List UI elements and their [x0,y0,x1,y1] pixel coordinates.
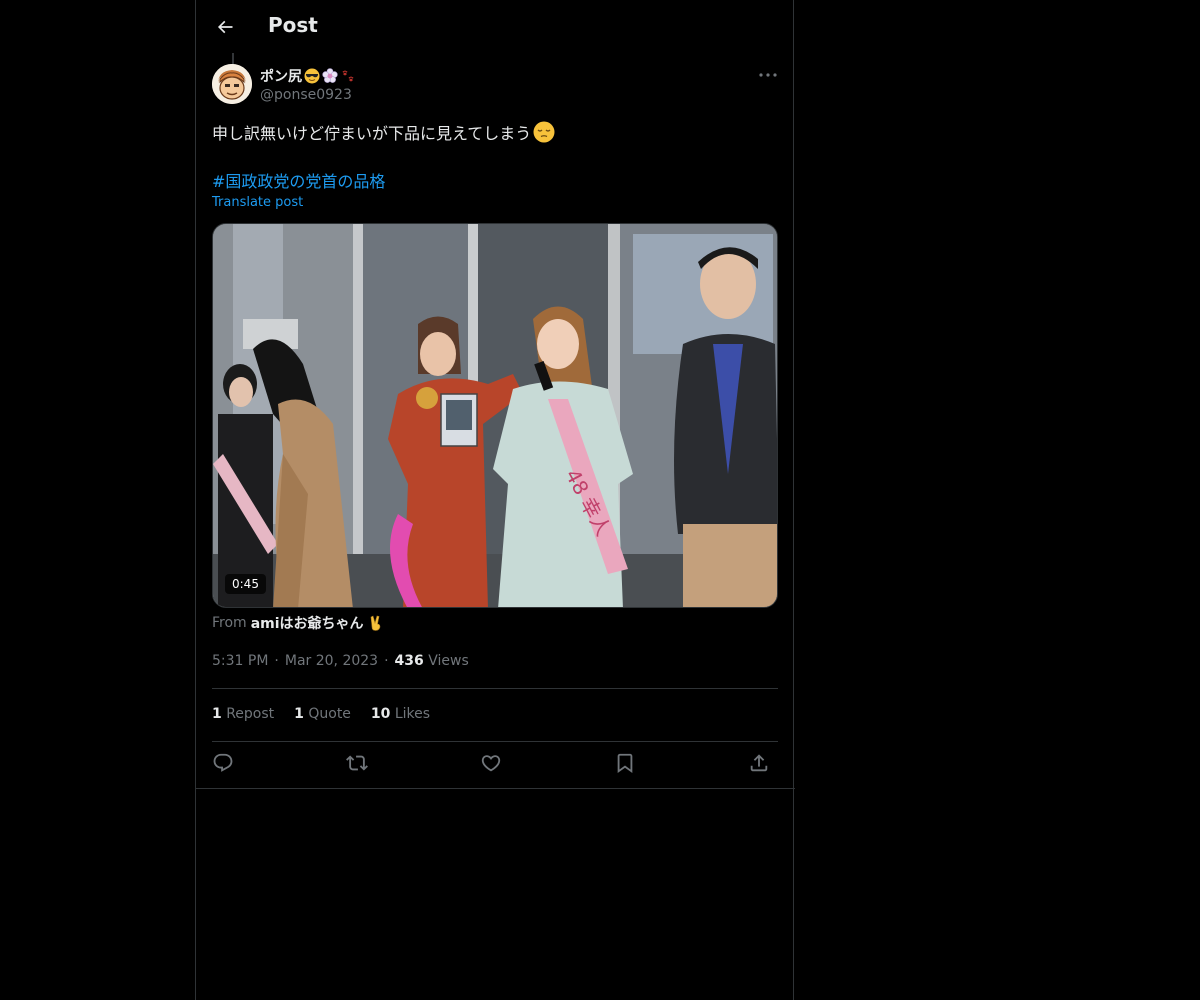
primary-column: Post ポン尻 @ponse0923 申し訳無いけど佇まいが下品に見えてしまう… [195,0,795,1000]
back-button[interactable] [208,10,242,44]
author-display-name[interactable]: ポン尻 [260,66,302,86]
source-account-name[interactable]: amiはお爺ちゃん [251,613,364,633]
likes-count: 10 [370,706,391,722]
video-player[interactable]: 48 幸人 0:45 [212,223,778,608]
reposts-stat[interactable]: 1 Repost [212,706,274,722]
video-thumbnail: 48 幸人 [213,224,777,607]
bookmark-button[interactable] [614,752,640,778]
post-time[interactable]: 5:31 PM [212,653,268,669]
from-label: From [212,615,247,631]
bookmark-icon [617,753,633,774]
views-label: Views [428,653,469,669]
more-icon [759,73,777,77]
page-title: Post [268,13,318,37]
reply-icon [213,753,233,772]
post-bottom-border [196,788,795,789]
video-duration: 0:45 [225,574,266,594]
author-handle[interactable]: @ponse0923 [260,87,352,103]
meta-separator: · [274,653,279,669]
reposts-count: 1 [212,706,222,722]
divider [212,688,778,689]
hashtag-link[interactable]: #国政政党の党首の品格 [212,168,385,192]
likes-stat[interactable]: 10 Likes [371,706,430,722]
reply-button[interactable] [212,752,238,778]
quotes-label: Quote [308,706,351,722]
author-name-row[interactable]: ポン尻 [260,66,356,86]
post-header: Post [196,0,795,53]
avatar[interactable] [212,64,252,104]
engagement-stats: 1 Repost 1 Quote 10 Likes [212,706,430,722]
share-button[interactable] [748,752,774,778]
quotes-count: 1 [294,706,304,722]
repost-icon [346,755,368,771]
video-source: From amiはお爺ちゃん [212,613,384,633]
post-date[interactable]: Mar 20, 2023 [285,653,378,669]
paw-prints-emoji-icon [342,70,354,82]
sunglasses-emoji-icon [304,68,320,84]
quotes-stat[interactable]: 1 Quote [294,706,351,722]
back-arrow-icon [217,20,233,34]
like-button[interactable] [480,752,506,778]
likes-label: Likes [394,706,431,722]
flower-emoji-icon [322,68,338,83]
pensive-face-emoji-icon [533,121,555,143]
action-bar [212,752,778,778]
share-icon [750,754,768,772]
views-count: 436 [394,653,424,669]
translate-post-link[interactable]: Translate post [212,195,303,210]
divider [212,741,778,742]
like-icon [481,755,501,772]
meta-separator: · [384,653,389,669]
more-options-button[interactable] [756,64,780,88]
post-body: 申し訳無いけど佇まいが下品に見えてしまう [212,120,555,144]
post-text: 申し訳無いけど佇まいが下品に見えてしまう [212,124,532,143]
reposts-label: Repost [226,706,275,722]
victory-hand-emoji-icon [370,615,380,631]
repost-button[interactable] [346,752,372,778]
post-meta: 5:31 PM · Mar 20, 2023 · 436 Views [212,653,469,669]
